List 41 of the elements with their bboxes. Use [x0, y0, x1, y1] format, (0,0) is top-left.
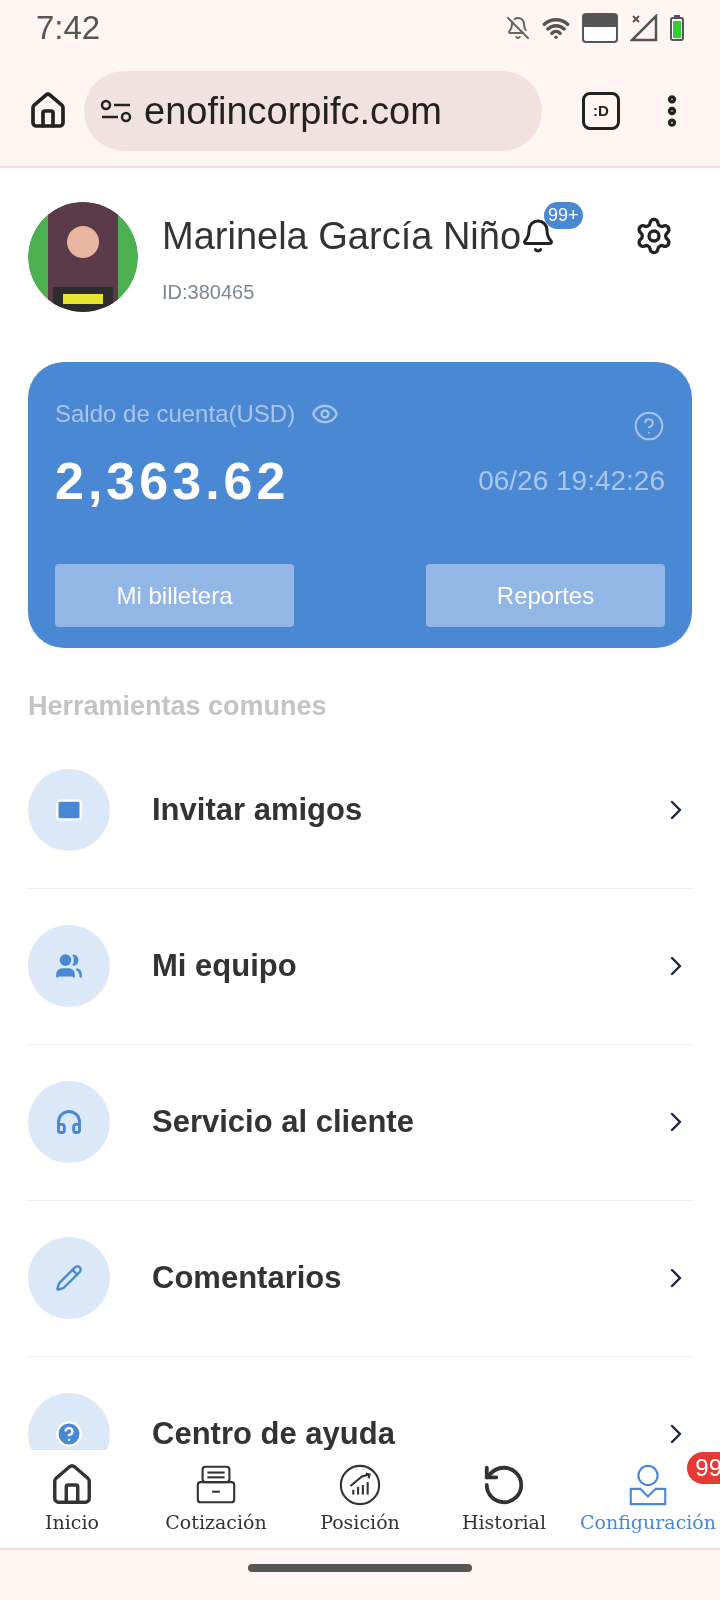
tool-label: Comentarios	[152, 1258, 343, 1297]
tool-label: Invitar amigos	[152, 790, 364, 829]
nav-tab[interactable]: Cotización	[144, 1450, 288, 1548]
nav-label: Posición	[320, 1509, 400, 1535]
balance-amount: 2,363.62	[55, 451, 290, 512]
nav-tab[interactable]: Posición	[288, 1450, 432, 1548]
nav-label: Configuración	[579, 1509, 717, 1535]
notification-badge: 99+	[544, 202, 583, 229]
nav-tab[interactable]: Configuración 99	[576, 1450, 720, 1548]
tool-row[interactable]: Mi equipo	[28, 888, 692, 1045]
address-bar[interactable]: enofincorpifc.com	[84, 71, 542, 151]
nav-tab[interactable]: Inicio	[0, 1450, 144, 1548]
tool-label: Mi equipo	[152, 946, 298, 985]
tab-switcher[interactable]: :D	[582, 92, 620, 130]
user-name: Marinela García Niño	[162, 213, 522, 259]
pencil-icon	[55, 1264, 83, 1292]
site-settings-icon	[100, 99, 132, 123]
nav-label: Cotización	[165, 1509, 267, 1535]
url-text: enofincorpifc.com	[144, 88, 442, 134]
battery-icon	[670, 15, 684, 41]
bell-off-icon	[506, 16, 530, 40]
balance-label: Saldo de cuenta(USD)	[55, 399, 296, 429]
nav-label: Inicio	[45, 1509, 99, 1535]
settings-icon[interactable]	[634, 216, 674, 256]
home-icon[interactable]	[28, 91, 68, 131]
signal-icon	[630, 14, 658, 42]
nav-badge: 99	[687, 1452, 720, 1484]
help-icon	[55, 1420, 83, 1448]
tool-row[interactable]: Comentarios	[28, 1200, 692, 1357]
timestamp: 06/26 19:42:26	[478, 464, 665, 498]
user-id: ID:380465	[162, 279, 256, 305]
nav-label: Historial	[461, 1509, 546, 1535]
tool-label: Centro de ayuda	[152, 1414, 397, 1450]
nav-tab[interactable]: Historial	[432, 1450, 576, 1548]
tool-label: Servicio al cliente	[152, 1102, 415, 1141]
tool-row[interactable]: Invitar amigos	[28, 732, 692, 889]
headset-icon	[55, 1108, 83, 1136]
people-icon	[55, 952, 83, 980]
clock: 7:42	[36, 8, 101, 49]
section-title: Herramientas comunes	[28, 690, 328, 723]
tool-row[interactable]: Servicio al cliente	[28, 1044, 692, 1201]
